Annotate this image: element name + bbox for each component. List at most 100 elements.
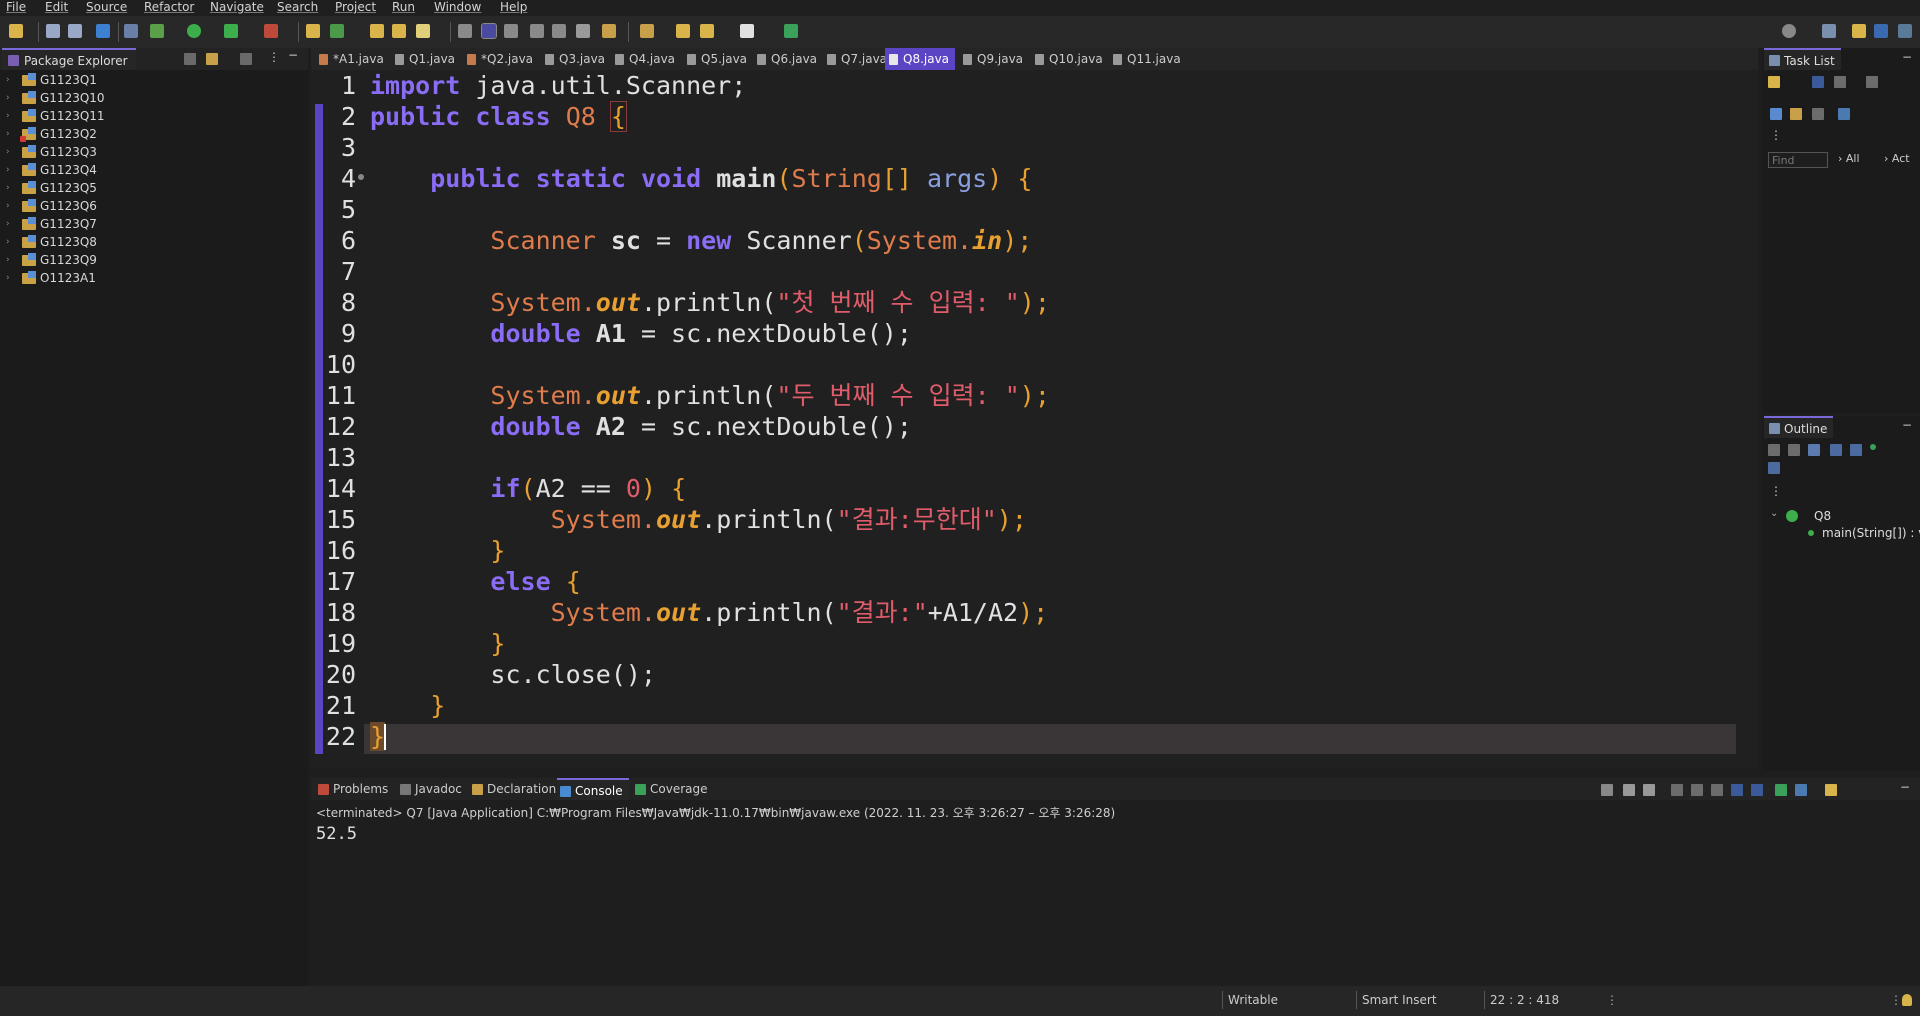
expand-arrow-icon[interactable]: › bbox=[6, 215, 10, 233]
hide-local-types-icon[interactable] bbox=[1870, 444, 1876, 450]
filter-activate-link[interactable]: › Act bbox=[1884, 152, 1910, 165]
refresh-icon[interactable] bbox=[330, 24, 344, 38]
run-icon[interactable] bbox=[187, 24, 201, 38]
menu-file[interactable]: File bbox=[6, 0, 26, 15]
toggle-icon[interactable] bbox=[458, 24, 472, 38]
menu-project[interactable]: Project bbox=[335, 0, 376, 15]
view-menu-icon[interactable]: ⋮ bbox=[1770, 484, 1782, 498]
menu-source[interactable]: Source bbox=[86, 0, 127, 15]
expand-arrow-icon[interactable]: › bbox=[6, 71, 10, 89]
tab-q10-java[interactable]: Q10.java bbox=[1031, 48, 1107, 70]
coverage-icon[interactable] bbox=[224, 24, 238, 38]
expand-arrow-icon[interactable]: › bbox=[6, 269, 10, 287]
tab-q1-java[interactable]: Q1.java bbox=[391, 48, 461, 70]
tab-a1-java[interactable]: *A1.java bbox=[315, 48, 389, 70]
tab-q6-java[interactable]: Q6.java bbox=[753, 48, 821, 70]
tip-lightbulb-icon[interactable] bbox=[1902, 994, 1912, 1006]
tab-q9-java[interactable]: Q9.java bbox=[959, 48, 1029, 70]
status-insert-mode[interactable]: Smart Insert bbox=[1362, 993, 1437, 1007]
minimize-icon[interactable]: − bbox=[1902, 50, 1912, 64]
hide-fields-icon[interactable] bbox=[1808, 444, 1820, 456]
edit-icon[interactable] bbox=[416, 24, 430, 38]
search-icon[interactable] bbox=[1782, 24, 1796, 38]
collapse-all-icon[interactable] bbox=[184, 53, 196, 65]
status-cursor-position[interactable]: 22 : 2 : 418 bbox=[1490, 993, 1559, 1007]
open-console-icon[interactable] bbox=[1825, 784, 1837, 796]
filter-all-link[interactable]: › All bbox=[1838, 152, 1860, 165]
minimize-icon[interactable]: − bbox=[288, 48, 298, 62]
expand-arrow-icon[interactable]: › bbox=[6, 251, 10, 269]
open-perspective-icon[interactable] bbox=[784, 24, 798, 38]
status-menu-icon[interactable]: ⋮ bbox=[1606, 993, 1618, 1007]
scheduled-icon[interactable] bbox=[1834, 76, 1846, 88]
external-tools-icon[interactable] bbox=[264, 24, 278, 38]
tab-outline[interactable]: Outline bbox=[1764, 416, 1834, 438]
expand-arrow-icon[interactable]: › bbox=[6, 143, 10, 161]
show-on-stdout-icon[interactable] bbox=[1731, 784, 1743, 796]
expand-arrow-icon[interactable]: › bbox=[6, 233, 10, 251]
block-selection-icon[interactable] bbox=[530, 24, 544, 38]
focus-icon[interactable] bbox=[1770, 108, 1782, 120]
hide-static-icon[interactable] bbox=[1830, 444, 1842, 456]
tab-q5-java[interactable]: Q5.java bbox=[683, 48, 751, 70]
tab-q11-java[interactable]: Q11.java bbox=[1109, 48, 1185, 70]
save-icon[interactable] bbox=[46, 24, 60, 38]
menu-help[interactable]: Help bbox=[500, 0, 527, 15]
view-menu-icon[interactable]: ⋮ bbox=[1770, 128, 1782, 142]
expand-arrow-icon[interactable]: › bbox=[6, 89, 10, 107]
pilcrow-icon[interactable] bbox=[576, 24, 590, 38]
show-on-stderr-icon[interactable] bbox=[1751, 784, 1763, 796]
filter-icon[interactable] bbox=[240, 53, 252, 65]
sync-icon[interactable] bbox=[1790, 108, 1802, 120]
whitespace-icon[interactable] bbox=[552, 24, 566, 38]
status-menu-icon[interactable]: ⋮ bbox=[1890, 993, 1902, 1007]
sort-icon[interactable] bbox=[1788, 444, 1800, 456]
forward-icon[interactable] bbox=[740, 24, 754, 38]
tab-javadoc[interactable]: Javadoc bbox=[397, 778, 465, 800]
tab-q8-java[interactable]: Q8.java bbox=[885, 48, 955, 70]
new-task-icon[interactable] bbox=[1768, 76, 1780, 88]
mark-occurrences-icon[interactable] bbox=[481, 23, 497, 39]
word-wrap-icon[interactable] bbox=[504, 24, 518, 38]
tab-package-explorer[interactable]: Package Explorer bbox=[2, 48, 136, 70]
clear-console-icon[interactable] bbox=[1671, 784, 1683, 796]
skip-breakpoints-icon[interactable] bbox=[124, 24, 138, 38]
console-output[interactable]: 52.5 bbox=[316, 824, 357, 844]
expand-arrow-icon[interactable]: › bbox=[6, 197, 10, 215]
tab-problems[interactable]: Problems bbox=[315, 778, 401, 800]
minimize-icon[interactable]: − bbox=[1900, 780, 1910, 794]
tab-task-list[interactable]: Task List bbox=[1764, 48, 1841, 70]
tab-console[interactable]: Console bbox=[557, 778, 629, 800]
task-find-input[interactable]: Find bbox=[1768, 152, 1828, 168]
remove-launch-icon[interactable] bbox=[1623, 784, 1635, 796]
scroll-lock-icon[interactable] bbox=[1691, 784, 1703, 796]
pin-console-icon[interactable] bbox=[1775, 784, 1787, 796]
menu-window[interactable]: Window bbox=[434, 0, 481, 15]
view-menu-icon[interactable]: ⋮ bbox=[268, 50, 280, 64]
fold-marker-icon[interactable] bbox=[358, 174, 364, 180]
perspective-icon[interactable] bbox=[1822, 24, 1836, 38]
link-with-editor-icon[interactable] bbox=[206, 53, 218, 65]
terminate-icon[interactable] bbox=[1601, 784, 1613, 796]
last-edit-icon[interactable] bbox=[640, 24, 654, 38]
outline-class-label[interactable]: Q8 bbox=[1814, 509, 1831, 523]
display-console-icon[interactable] bbox=[1795, 784, 1807, 796]
tab-declaration[interactable]: Declaration bbox=[469, 778, 559, 800]
expand-arrow-icon[interactable]: › bbox=[6, 107, 10, 125]
menu-edit[interactable]: Edit bbox=[45, 0, 68, 15]
categorize-icon[interactable] bbox=[1812, 76, 1824, 88]
terminal-icon[interactable] bbox=[96, 24, 110, 38]
tab-q3-java[interactable]: Q3.java bbox=[541, 48, 609, 70]
open-folder-icon[interactable] bbox=[392, 24, 406, 38]
tab-coverage[interactable]: Coverage bbox=[632, 778, 712, 800]
menu-search[interactable]: Search bbox=[277, 0, 318, 15]
java-ee-perspective-icon[interactable] bbox=[1852, 24, 1866, 38]
expand-arrow-icon[interactable]: › bbox=[6, 161, 10, 179]
menu-run[interactable]: Run bbox=[392, 0, 415, 15]
collapse-arrow-icon[interactable]: ⌄ bbox=[1770, 508, 1778, 519]
new-icon[interactable] bbox=[9, 24, 23, 38]
next-annotation-icon[interactable] bbox=[602, 24, 616, 38]
menu-refactor[interactable]: Refactor bbox=[144, 0, 194, 15]
remove-all-icon[interactable] bbox=[1643, 784, 1655, 796]
tab-q7-java[interactable]: Q7.java bbox=[823, 48, 891, 70]
